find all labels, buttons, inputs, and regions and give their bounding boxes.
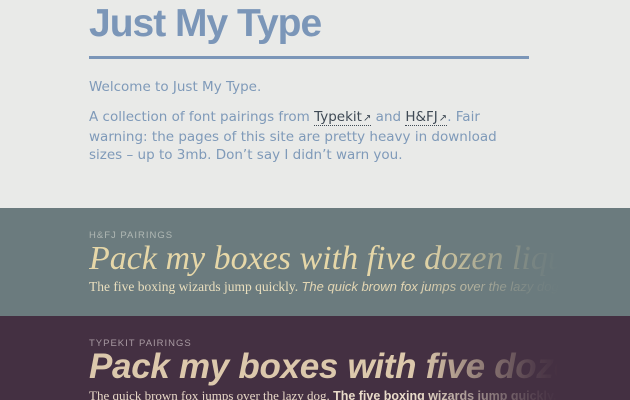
hfj-pairings-section[interactable]: H&FJ Pairings Pack my boxes with five do… bbox=[0, 208, 630, 316]
intro-before: A collection of font pairings from bbox=[89, 109, 315, 125]
hfj-link-label: H&FJ bbox=[405, 109, 438, 125]
hfj-sub-primary: The five boxing wizards jump quickly. bbox=[89, 279, 302, 294]
typekit-sub-primary: The quick brown fox jumps over the lazy … bbox=[89, 388, 334, 400]
intro-text: Welcome to Just My Type. A collection of… bbox=[89, 78, 534, 176]
hfj-sub-secondary: The quick brown fox jumps over the lazy … bbox=[301, 279, 563, 294]
site-title[interactable]: Just My Type bbox=[89, 2, 322, 46]
intro-paragraph: A collection of font pairings from Typek… bbox=[89, 108, 534, 164]
typekit-pairings-section[interactable]: Typekit Pairings Pack my boxes with five… bbox=[0, 316, 630, 400]
site-header: Just My Type Welcome to Just My Type. A … bbox=[0, 0, 630, 208]
welcome-text: Welcome to Just My Type. bbox=[89, 79, 262, 95]
typekit-sub-secondary: The five boxing wizards jump quickly. bbox=[333, 389, 557, 400]
hfj-sub-sample: The five boxing wizards jump quickly. Th… bbox=[89, 279, 562, 295]
typekit-sub-sample: The quick brown fox jumps over the lazy … bbox=[89, 388, 556, 400]
hfj-link[interactable]: H&FJ↗ bbox=[405, 109, 448, 126]
typekit-link[interactable]: Typekit↗ bbox=[314, 109, 372, 126]
external-link-icon: ↗ bbox=[438, 113, 448, 124]
title-divider bbox=[89, 56, 529, 59]
typekit-link-label: Typekit bbox=[314, 109, 362, 125]
hfj-display-sample: Pack my boxes with five dozen liquor jug… bbox=[89, 240, 630, 277]
typekit-display-sample: Pack my boxes with five dozen bbox=[89, 347, 594, 386]
intro-and: and bbox=[371, 109, 406, 125]
